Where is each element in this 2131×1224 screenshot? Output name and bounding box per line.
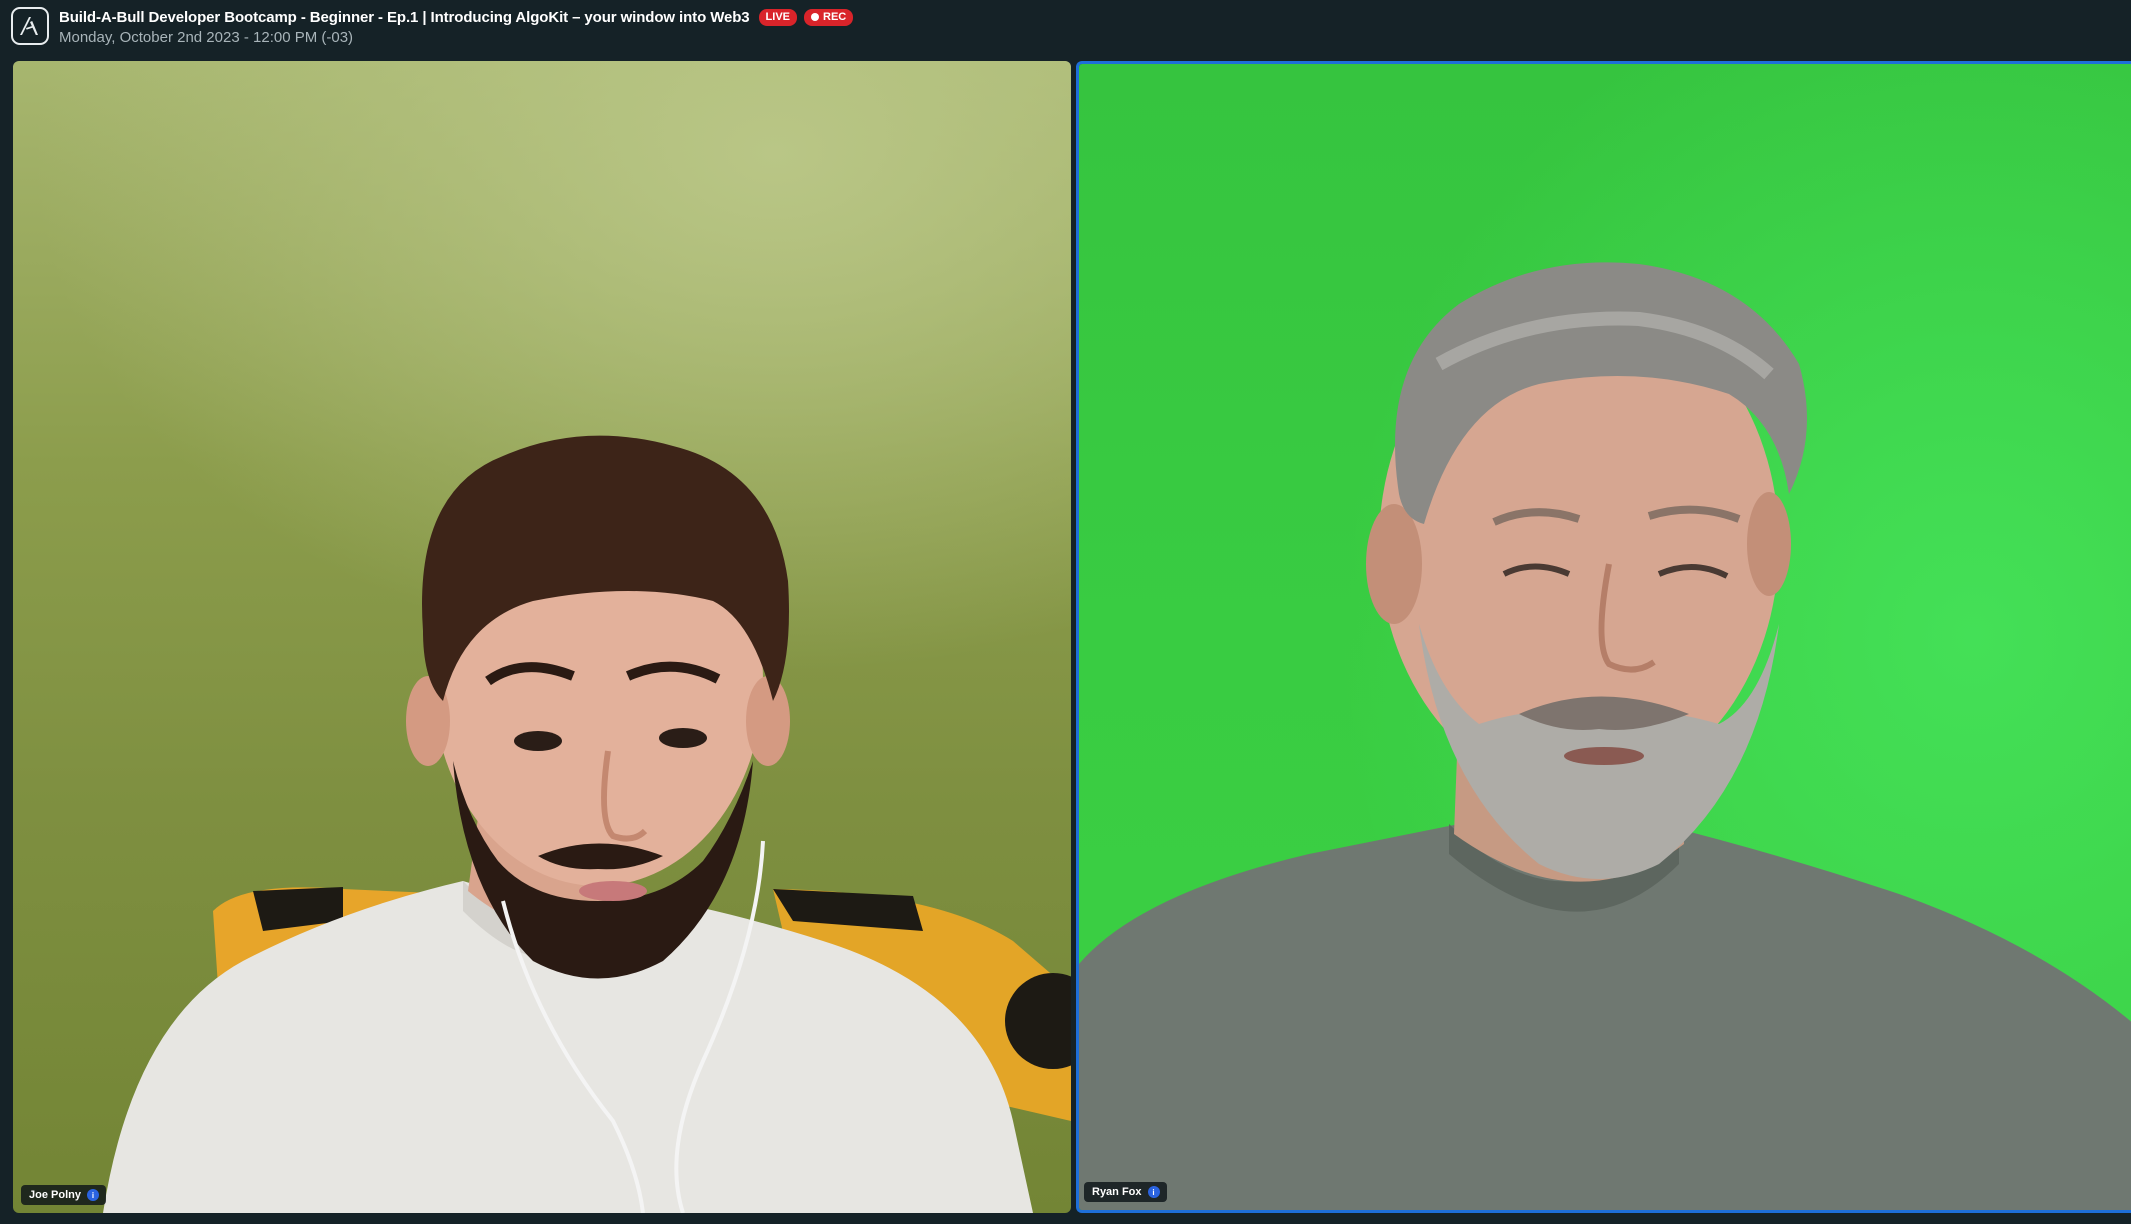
participant-name: Joe Polny: [29, 1189, 81, 1201]
recording-label: REC: [823, 11, 847, 23]
title-row: Build-A-Bull Developer Bootcamp - Beginn…: [59, 7, 854, 27]
meeting-window: Build-A-Bull Developer Bootcamp - Beginn…: [0, 0, 2131, 1224]
participant-tile-ryan-fox[interactable]: Ryan Fox i: [1076, 61, 2131, 1213]
info-icon[interactable]: i: [1147, 1186, 1160, 1198]
info-icon[interactable]: i: [86, 1189, 99, 1201]
participant-tile-joe-polny[interactable]: Joe Polny i: [13, 61, 1071, 1213]
participant-name: Ryan Fox: [1092, 1186, 1142, 1198]
participant-video-joe-polny: [103, 435, 1071, 1213]
event-datetime: Monday, October 2nd 2023 - 12:00 PM (-03…: [59, 29, 354, 46]
recording-badge: REC: [804, 8, 854, 26]
event-title: Build-A-Bull Developer Bootcamp - Beginn…: [59, 8, 750, 26]
participant-nametag: Ryan Fox i: [1084, 1182, 1167, 1202]
header-bar: Build-A-Bull Developer Bootcamp - Beginn…: [0, 0, 2131, 60]
record-dot-icon: [811, 13, 819, 21]
algorand-logo-icon[interactable]: [11, 7, 49, 45]
participant-video-ryan-fox: [1079, 262, 2131, 1210]
participant-nametag: Joe Polny i: [21, 1185, 106, 1205]
live-badge: LIVE: [758, 8, 797, 26]
